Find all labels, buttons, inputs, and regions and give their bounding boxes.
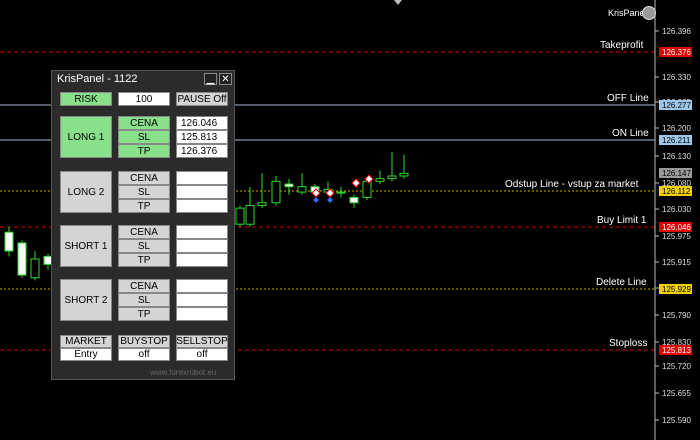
kris-panel[interactable]: KrisPanel - 1122 ▁ ✕ RISK 100 PAUSE Off … xyxy=(51,70,235,380)
price-badge-label: 126.211 xyxy=(662,136,691,145)
hline-label: ON Line xyxy=(612,128,649,139)
sellstop-value[interactable]: off xyxy=(176,348,228,361)
hline-label: Odstup Line - vstup za market xyxy=(505,179,639,190)
risk-input[interactable]: 100 xyxy=(118,92,170,106)
field-input-cena[interactable] xyxy=(176,171,228,185)
price-badge-label: 126.376 xyxy=(662,48,691,57)
field-input-tp[interactable] xyxy=(176,199,228,213)
price-tick-label: 125.975 xyxy=(662,232,691,241)
field-label-cena[interactable]: CENA xyxy=(118,171,170,185)
price-tick-label: 125.720 xyxy=(662,362,691,371)
field-label-sl[interactable]: SL xyxy=(118,239,170,253)
market-button[interactable]: MARKET xyxy=(60,335,112,348)
hline-label: OFF Line xyxy=(607,93,649,104)
candle xyxy=(235,205,245,227)
price-tick-label: 125.590 xyxy=(662,416,691,425)
price-badge-label: 126.046 xyxy=(662,223,691,232)
buystop-value[interactable]: off xyxy=(118,348,170,361)
expert-icon[interactable] xyxy=(642,6,656,20)
price-tick-label: 126.330 xyxy=(662,73,691,82)
group-button-short-2[interactable]: SHORT 2 xyxy=(60,279,112,321)
field-label-sl[interactable]: SL xyxy=(118,185,170,199)
field-label-tp[interactable]: TP xyxy=(118,253,170,267)
chart-scroll-marker[interactable] xyxy=(394,0,402,5)
price-tick-label: 126.396 xyxy=(662,27,691,36)
field-input-cena[interactable]: 126.046 xyxy=(176,116,228,130)
price-tick-label: 125.655 xyxy=(662,389,691,398)
price-badge-label: 125.929 xyxy=(662,285,691,294)
field-label-sl[interactable]: SL xyxy=(118,130,170,144)
price-badge-label: 126.112 xyxy=(662,187,691,196)
price-tick-label: 126.030 xyxy=(662,205,691,214)
field-input-sl[interactable] xyxy=(176,185,228,199)
field-label-tp[interactable]: TP xyxy=(118,199,170,213)
pause-button[interactable]: PAUSE Off xyxy=(176,92,228,106)
price-badge-label: 126.277 xyxy=(662,101,691,110)
field-label-tp[interactable]: TP xyxy=(118,144,170,158)
price-badge-label: 126.147 xyxy=(662,169,691,178)
field-input-tp[interactable] xyxy=(176,307,228,321)
hline-label: Stoploss xyxy=(609,338,647,349)
field-input-cena[interactable] xyxy=(176,225,228,239)
candle xyxy=(17,240,27,278)
hline-label: Delete Line xyxy=(596,277,647,288)
field-input-sl[interactable] xyxy=(176,239,228,253)
field-label-sl[interactable]: SL xyxy=(118,293,170,307)
field-label-tp[interactable]: TP xyxy=(118,307,170,321)
group-button-long-2[interactable]: LONG 2 xyxy=(60,171,112,213)
hline-label: Takeprofit xyxy=(600,40,644,51)
panel-titlebar[interactable]: KrisPanel - 1122 ▁ ✕ xyxy=(52,71,234,88)
panel-footer-link[interactable]: www.forexrobot.eu xyxy=(150,368,216,377)
field-input-tp[interactable]: 126.376 xyxy=(176,144,228,158)
price-tick-label: 126.200 xyxy=(662,124,691,133)
panel-title: KrisPanel - 1122 xyxy=(57,73,138,85)
group-button-short-1[interactable]: SHORT 1 xyxy=(60,225,112,267)
buystop-button[interactable]: BUYSTOP xyxy=(118,335,170,348)
hline-label: Buy Limit 1 xyxy=(597,215,647,226)
field-input-sl[interactable] xyxy=(176,293,228,307)
minimize-button[interactable]: ▁ xyxy=(204,73,217,85)
price-tick-label: 126.130 xyxy=(662,152,691,161)
close-button[interactable]: ✕ xyxy=(219,73,232,85)
price-tick-label: 125.790 xyxy=(662,311,691,320)
field-label-cena[interactable]: CENA xyxy=(118,279,170,293)
field-input-tp[interactable] xyxy=(176,253,228,267)
field-input-cena[interactable] xyxy=(176,279,228,293)
field-label-cena[interactable]: CENA xyxy=(118,225,170,239)
sellstop-button[interactable]: SELLSTOP xyxy=(176,335,228,348)
price-badge-label: 125.813 xyxy=(662,346,691,355)
price-tick-label: 125.915 xyxy=(662,258,691,267)
risk-button[interactable]: RISK xyxy=(60,92,112,106)
group-button-long-1[interactable]: LONG 1 xyxy=(60,116,112,158)
field-label-cena[interactable]: CENA xyxy=(118,116,170,130)
market-value[interactable]: Entry xyxy=(60,348,112,361)
field-input-sl[interactable]: 125.813 xyxy=(176,130,228,144)
corner-title: KrisPanel xyxy=(608,8,647,18)
